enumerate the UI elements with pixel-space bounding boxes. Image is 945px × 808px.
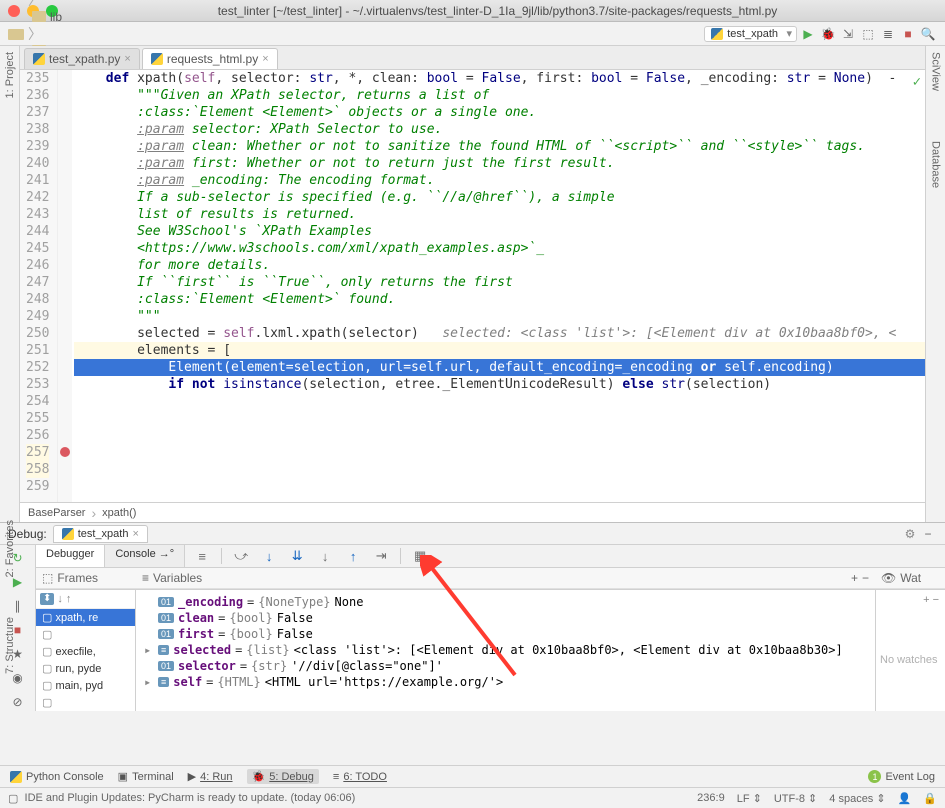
debug-tab-label: test_xpath bbox=[78, 528, 129, 540]
profile-button[interactable]: ≣ bbox=[879, 25, 897, 43]
frames-label: Frames bbox=[57, 571, 98, 585]
step-out-icon[interactable]: ↑ bbox=[344, 548, 362, 564]
no-watches-text: No watches bbox=[880, 654, 941, 666]
coverage-button[interactable]: ⬚ bbox=[859, 25, 877, 43]
right-tool-stripe: SciView Database bbox=[925, 46, 945, 522]
attach-button[interactable]: ⇲ bbox=[839, 25, 857, 43]
caret-position[interactable]: 236:9 bbox=[697, 792, 725, 804]
tool-windows-icon[interactable]: ▢ bbox=[8, 792, 18, 805]
todo-button[interactable]: ≡ 6: TODO bbox=[333, 771, 387, 783]
evaluate-expression-icon[interactable]: ▦ bbox=[411, 548, 429, 564]
crumb-item[interactable]: lib bbox=[28, 10, 158, 24]
file-encoding[interactable]: UTF-8 ⇕ bbox=[774, 792, 817, 805]
frame-item[interactable]: ▢ run, pyde bbox=[36, 660, 135, 677]
show-exec-icon[interactable]: ≡ bbox=[193, 548, 211, 564]
left-tool-stripe: 1: Project bbox=[0, 46, 20, 522]
crumb-method[interactable]: xpath() bbox=[102, 507, 136, 519]
indent[interactable]: 4 spaces ⇕ bbox=[829, 792, 885, 805]
frame-item[interactable]: ▢ xpath, re bbox=[36, 609, 135, 626]
status-bar: ▢ IDE and Plugin Updates: PyCharm is rea… bbox=[0, 787, 945, 808]
run-tool-button[interactable]: ▶ 4: Run bbox=[188, 770, 233, 783]
frame-item[interactable]: ▢ main, pyd bbox=[36, 677, 135, 694]
force-step-into-icon[interactable]: ⇊ bbox=[288, 548, 306, 564]
debugger-subtab[interactable]: Debugger bbox=[36, 545, 105, 567]
variable-row[interactable]: 01 clean = {bool} False bbox=[136, 610, 875, 626]
code-content[interactable]: def xpath(self, selector: str, *, clean:… bbox=[72, 70, 925, 502]
step-into-icon[interactable]: ↓ bbox=[260, 548, 278, 564]
run-button[interactable]: ▶ bbox=[799, 25, 817, 43]
python-icon bbox=[62, 528, 74, 540]
editor[interactable]: ✓ 23523623723823924024124224324424524624… bbox=[20, 70, 925, 502]
editor-tabs: test_xpath.py × requests_html.py × bbox=[20, 46, 925, 70]
database-tool[interactable]: Database bbox=[930, 141, 942, 188]
gutter-marks bbox=[58, 70, 72, 502]
event-log-button[interactable]: 1 Event Log bbox=[868, 770, 935, 783]
breakpoint-icon[interactable] bbox=[60, 447, 70, 457]
variables-panel[interactable]: 01 _encoding = {NoneType} None01 clean =… bbox=[136, 590, 875, 711]
python-icon bbox=[10, 771, 22, 783]
vars-label: Variables bbox=[153, 571, 202, 585]
debug-session-tab[interactable]: test_xpath × bbox=[53, 525, 148, 543]
tab-requests-html[interactable]: requests_html.py × bbox=[142, 48, 278, 69]
nav-bar: .virtualenvs〉test_linter-D_1Ia_9j〉lib〉py… bbox=[0, 22, 945, 46]
close-tab-icon[interactable]: × bbox=[262, 53, 268, 65]
variable-row[interactable]: ▸≡ self = {HTML} <HTML url='https://exam… bbox=[136, 674, 875, 690]
line-numbers: 2352362372382392402412422432442452462472… bbox=[20, 70, 58, 502]
run-config-label: test_xpath bbox=[727, 28, 778, 40]
folder-icon bbox=[32, 11, 46, 22]
frame-item[interactable]: ▢ execfile, bbox=[36, 643, 135, 660]
variable-row[interactable]: ▸≡ selected = {list} <class 'list'>: [<E… bbox=[136, 642, 875, 658]
project-tool[interactable]: 1: Project bbox=[4, 52, 16, 98]
variable-row[interactable]: 01 _encoding = {NoneType} None bbox=[136, 594, 875, 610]
search-button[interactable]: 🔍 bbox=[919, 25, 937, 43]
sciview-tool[interactable]: SciView bbox=[930, 52, 942, 91]
debug-panel: Debug: test_xpath × ⚙ − ↻ ▶ ∥ ■ ★ ◉ ⊘ De… bbox=[0, 522, 945, 765]
inspection-ok-icon[interactable]: ✓ bbox=[913, 74, 921, 91]
python-icon bbox=[711, 28, 723, 40]
terminal-button[interactable]: ▣ Terminal bbox=[118, 770, 174, 783]
watches-panel[interactable]: + − No watches bbox=[875, 590, 945, 711]
frames-panel[interactable]: ⬍ ↓↑ ▢ xpath, re▢ ▢ execfile,▢ run, pyde… bbox=[36, 590, 136, 711]
run-to-cursor-icon[interactable]: ⇥ bbox=[372, 548, 390, 564]
inspection-icon[interactable]: 👤 bbox=[898, 792, 912, 805]
bottom-toolbar: Python Console ▣ Terminal ▶ 4: Run 🐞 5: … bbox=[0, 765, 945, 787]
lock-icon[interactable]: 🔒 bbox=[923, 792, 937, 805]
step-into-my-code-icon[interactable]: ↓ bbox=[316, 548, 334, 564]
stop-button[interactable]: ■ bbox=[899, 25, 917, 43]
frame-item[interactable]: ▢ bbox=[36, 626, 135, 643]
variable-row[interactable]: 01 first = {bool} False bbox=[136, 626, 875, 642]
debug-tool-button[interactable]: 🐞 5: Debug bbox=[247, 769, 319, 784]
settings-icon[interactable]: ⚙ bbox=[901, 525, 919, 543]
frame-item[interactable]: ▢ bbox=[36, 694, 135, 711]
close-icon[interactable] bbox=[8, 5, 20, 17]
tab-label: requests_html.py bbox=[167, 52, 258, 66]
close-tab-icon[interactable]: × bbox=[124, 53, 130, 65]
python-icon bbox=[151, 53, 163, 65]
status-message: IDE and Plugin Updates: PyCharm is ready… bbox=[25, 792, 356, 804]
minimize-icon[interactable]: − bbox=[919, 525, 937, 543]
code-breadcrumb[interactable]: BaseParser› xpath() bbox=[20, 502, 925, 522]
favorites-tool[interactable]: 2: Favorites bbox=[4, 520, 16, 577]
run-config-select[interactable]: test_xpath ▾ bbox=[704, 26, 797, 42]
watches-label: Wat bbox=[900, 571, 921, 585]
tab-label: test_xpath.py bbox=[49, 52, 120, 66]
crumb-class[interactable]: BaseParser bbox=[28, 507, 85, 519]
variable-row[interactable]: 01 selector = {str} '//div[@class="one"]… bbox=[136, 658, 875, 674]
debug-button[interactable]: 🐞 bbox=[819, 25, 837, 43]
tab-test-xpath[interactable]: test_xpath.py × bbox=[24, 48, 140, 69]
python-console-button[interactable]: Python Console bbox=[10, 771, 104, 783]
python-icon bbox=[33, 53, 45, 65]
console-subtab[interactable]: Console →° bbox=[105, 545, 185, 567]
window-title: test_linter [~/test_linter] - ~/.virtual… bbox=[58, 4, 937, 18]
mute-breakpoints-button[interactable]: ⊘ bbox=[9, 693, 27, 711]
project-icon[interactable] bbox=[8, 27, 24, 41]
step-over-icon[interactable]: ⤻ bbox=[232, 548, 250, 564]
line-sep[interactable]: LF ⇕ bbox=[737, 792, 762, 805]
structure-tool[interactable]: 7: Structure bbox=[4, 617, 16, 674]
